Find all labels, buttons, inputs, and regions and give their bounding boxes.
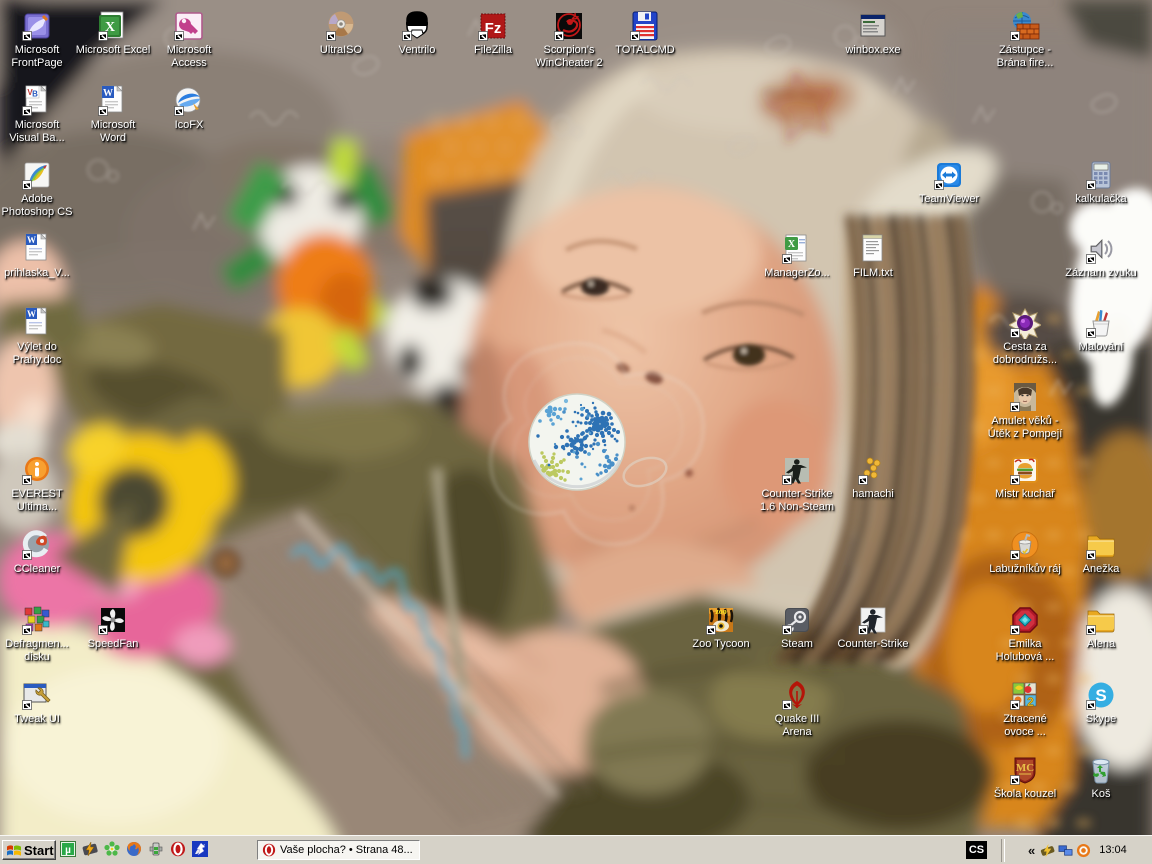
- svg-text:B: B: [32, 90, 38, 99]
- svg-text:MC: MC: [1016, 762, 1034, 774]
- svg-text:2: 2: [1027, 695, 1034, 709]
- svg-text:zoo: zoo: [715, 607, 727, 616]
- svg-text:W: W: [103, 88, 113, 99]
- svg-text:W: W: [27, 309, 36, 319]
- svg-text:X: X: [788, 239, 796, 250]
- svg-text:S: S: [1095, 686, 1106, 705]
- svg-text:W: W: [27, 235, 36, 245]
- svg-text:µ: µ: [65, 845, 71, 856]
